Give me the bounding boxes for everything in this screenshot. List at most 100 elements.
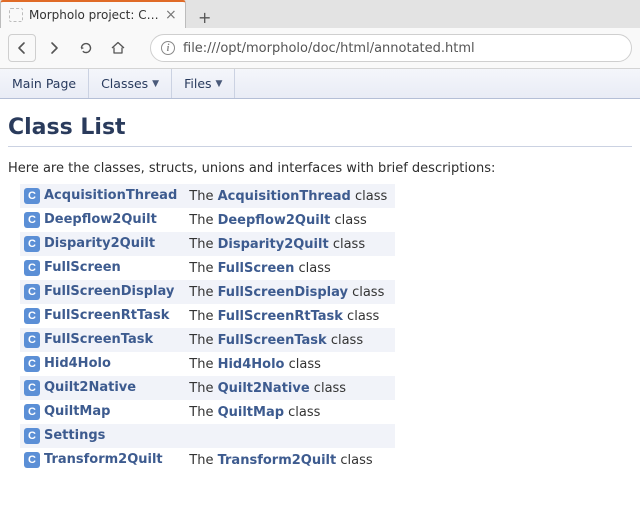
intro-text: Here are the classes, structs, unions an… [8, 161, 632, 176]
table-row: CFullScreenThe FullScreen class [20, 256, 395, 280]
class-link[interactable]: FullScreenRtTask [44, 308, 169, 323]
class-name-cell: C Disparity2Quilt [20, 232, 185, 256]
class-desc-cell: The FullScreenDisplay class [185, 280, 395, 304]
class-name-cell: C QuiltMap [20, 400, 185, 424]
table-row: C Settings [20, 424, 395, 448]
class-icon: C [24, 260, 40, 276]
class-name-cell: C FullScreenDisplay [20, 280, 185, 304]
class-icon: C [24, 332, 40, 348]
class-icon: C [24, 356, 40, 372]
desc-link[interactable]: Quilt2Native [218, 381, 310, 396]
desc-link[interactable]: Deepflow2Quilt [218, 213, 331, 228]
class-name-cell: C Transform2Quilt [20, 448, 185, 472]
home-icon [110, 40, 126, 56]
class-desc-cell: The FullScreenTask class [185, 328, 395, 352]
class-name-cell: C Deepflow2Quilt [20, 208, 185, 232]
table-row: CQuilt2NativeThe Quilt2Native class [20, 376, 395, 400]
tab-label: Classes [101, 76, 148, 91]
table-row: CFullScreenRtTaskThe FullScreenRtTask cl… [20, 304, 395, 328]
desc-link[interactable]: FullScreenDisplay [218, 285, 348, 300]
reload-icon [78, 40, 94, 56]
close-icon[interactable]: × [165, 8, 177, 22]
class-name-cell: C Hid4Holo [20, 352, 185, 376]
class-link[interactable]: FullScreenTask [44, 332, 153, 347]
browser-tab[interactable]: Morpholo project: Class Lis × [0, 0, 186, 28]
tab-label: Files [184, 76, 211, 91]
class-icon: C [24, 380, 40, 396]
reload-button[interactable] [72, 34, 100, 62]
favicon-icon [9, 8, 23, 22]
table-row: CDeepflow2QuiltThe Deepflow2Quilt class [20, 208, 395, 232]
url-bar[interactable]: i file:///opt/morpholo/doc/html/annotate… [150, 34, 632, 62]
class-desc-cell [185, 424, 395, 448]
class-link[interactable]: AcquisitionThread [44, 188, 177, 203]
browser-chrome: Morpholo project: Class Lis × + i file:/… [0, 0, 640, 69]
class-link[interactable]: Deepflow2Quilt [44, 212, 157, 227]
class-desc-cell: The Quilt2Native class [185, 376, 395, 400]
doxygen-nav: Main Page Classes ▼ Files ▼ [0, 69, 640, 99]
tab-classes[interactable]: Classes ▼ [89, 69, 172, 98]
tab-main-page[interactable]: Main Page [0, 69, 89, 98]
tab-strip: Morpholo project: Class Lis × + [0, 0, 640, 28]
home-button[interactable] [104, 34, 132, 62]
page-title: Class List [8, 115, 632, 147]
class-name-cell: C Settings [20, 424, 185, 448]
desc-link[interactable]: FullScreenTask [218, 333, 327, 348]
table-row: CFullScreenDisplayThe FullScreenDisplay … [20, 280, 395, 304]
class-icon: C [24, 428, 40, 444]
desc-link[interactable]: FullScreen [218, 261, 295, 276]
forward-button[interactable] [40, 34, 68, 62]
url-text: file:///opt/morpholo/doc/html/annotated.… [183, 41, 475, 56]
class-list-table: CAcquisitionThreadThe AcquisitionThread … [20, 184, 395, 472]
table-row: CFullScreenTaskThe FullScreenTask class [20, 328, 395, 352]
class-desc-cell: The QuiltMap class [185, 400, 395, 424]
class-link[interactable]: Transform2Quilt [44, 452, 163, 467]
class-icon: C [24, 404, 40, 420]
page-content: Class List Here are the classes, structs… [0, 99, 640, 482]
new-tab-button[interactable]: + [192, 6, 218, 28]
chevron-down-icon: ▼ [152, 79, 159, 89]
table-row: CDisparity2QuiltThe Disparity2Quilt clas… [20, 232, 395, 256]
class-name-cell: C FullScreen [20, 256, 185, 280]
class-link[interactable]: FullScreenDisplay [44, 284, 174, 299]
class-desc-cell: The Deepflow2Quilt class [185, 208, 395, 232]
desc-link[interactable]: FullScreenRtTask [218, 309, 343, 324]
class-icon: C [24, 452, 40, 468]
class-desc-cell: The Transform2Quilt class [185, 448, 395, 472]
desc-link[interactable]: QuiltMap [218, 405, 284, 420]
class-icon: C [24, 188, 40, 204]
class-desc-cell: The AcquisitionThread class [185, 184, 395, 208]
class-name-cell: C Quilt2Native [20, 376, 185, 400]
class-link[interactable]: QuiltMap [44, 404, 110, 419]
class-icon: C [24, 212, 40, 228]
back-button[interactable] [8, 34, 36, 62]
class-link[interactable]: Quilt2Native [44, 380, 136, 395]
class-link[interactable]: Disparity2Quilt [44, 236, 155, 251]
info-icon[interactable]: i [161, 41, 175, 55]
desc-link[interactable]: Hid4Holo [218, 357, 285, 372]
class-name-cell: C FullScreenRtTask [20, 304, 185, 328]
class-name-cell: C AcquisitionThread [20, 184, 185, 208]
tab-title: Morpholo project: Class Lis [29, 8, 159, 22]
class-desc-cell: The FullScreenRtTask class [185, 304, 395, 328]
table-row: CTransform2QuiltThe Transform2Quilt clas… [20, 448, 395, 472]
desc-link[interactable]: Transform2Quilt [218, 453, 337, 468]
desc-link[interactable]: Disparity2Quilt [218, 237, 329, 252]
tab-files[interactable]: Files ▼ [172, 69, 235, 98]
desc-link[interactable]: AcquisitionThread [218, 189, 351, 204]
browser-toolbar: i file:///opt/morpholo/doc/html/annotate… [0, 28, 640, 68]
tab-label: Main Page [12, 76, 76, 91]
class-desc-cell: The Hid4Holo class [185, 352, 395, 376]
class-link[interactable]: Settings [44, 428, 105, 443]
arrow-left-icon [14, 40, 30, 56]
class-icon: C [24, 308, 40, 324]
arrow-right-icon [46, 40, 62, 56]
class-desc-cell: The Disparity2Quilt class [185, 232, 395, 256]
class-desc-cell: The FullScreen class [185, 256, 395, 280]
class-link[interactable]: FullScreen [44, 260, 121, 275]
class-icon: C [24, 236, 40, 252]
table-row: CAcquisitionThreadThe AcquisitionThread … [20, 184, 395, 208]
chevron-down-icon: ▼ [216, 79, 223, 89]
class-icon: C [24, 284, 40, 300]
class-link[interactable]: Hid4Holo [44, 356, 111, 371]
